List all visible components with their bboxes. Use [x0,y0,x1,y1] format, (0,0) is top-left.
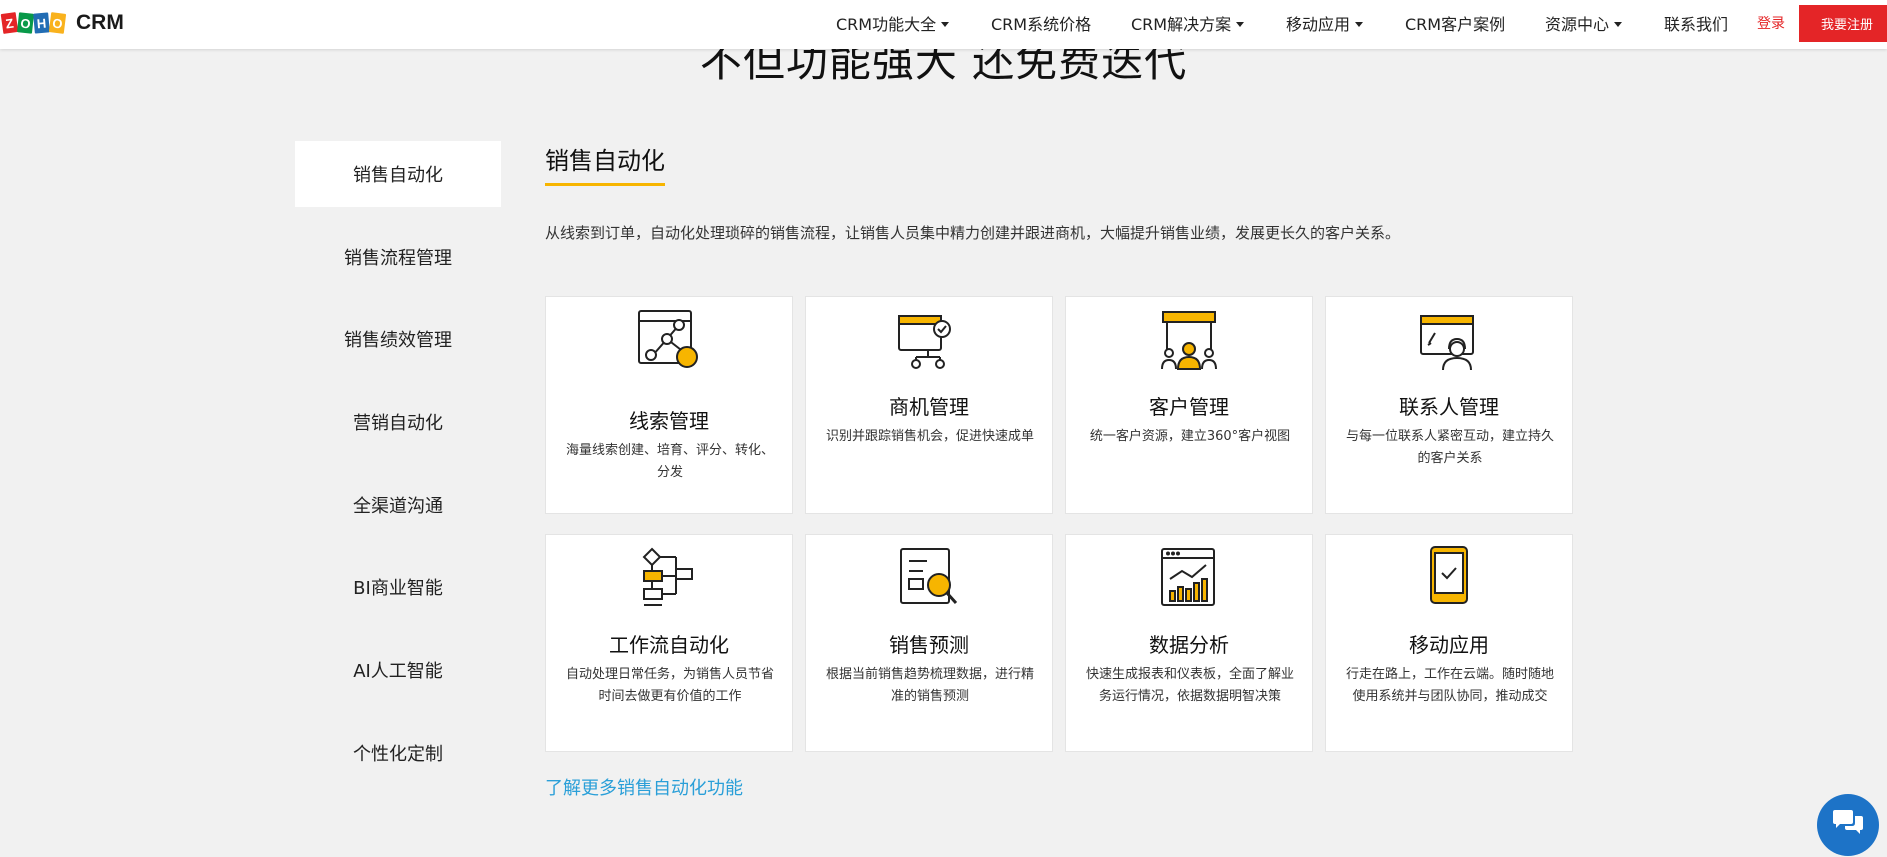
logo-letter: O [48,12,67,34]
card-title: 数据分析 [1149,633,1229,657]
card-description: 自动处理日常任务，为销售人员节省时间去做更有价值的工作 [565,667,774,704]
customer-icon [1066,311,1312,371]
workflow-icon [546,547,792,607]
section-description: 从线索到订单，自动化处理琐碎的销售流程，让销售人员集中精力创建并跟进商机，大幅提… [545,224,1401,242]
card-title: 客户管理 [1149,395,1229,419]
feature-card-contacts[interactable]: 联系人管理 与每一位联系人紧密互动，建立持久的客户关系 [1325,296,1573,514]
sidebar-item-sales-process[interactable]: 销售流程管理 [295,224,501,290]
feature-card-leads[interactable]: 线索管理 海量线索创建、培育、评分、转化、分发 [545,296,793,514]
deal-icon [806,315,1052,369]
nav-label: 资源中心 [1545,15,1610,34]
card-description: 快速生成报表和仪表板，全面了解业务运行情况，依据数据明智决策 [1085,667,1294,704]
feature-card-mobile[interactable]: 移动应用 行走在路上，工作在云端。随时随地使用系统并与团队协同，推动成交 [1325,534,1573,752]
card-description: 根据当前销售趋势梳理数据，进行精准的销售预测 [825,667,1034,704]
chat-button[interactable] [1817,794,1879,856]
lead-icon [546,309,792,371]
feature-card-deals[interactable]: 商机管理 识别并跟踪销售机会，促进快速成单 [805,296,1053,514]
contact-icon [1326,315,1572,371]
sidebar-item-bi[interactable]: BI商业智能 [295,554,501,620]
caret-down-icon [1614,21,1623,27]
sidebar-item-sales-performance[interactable]: 销售绩效管理 [295,306,501,372]
nav-item-resources[interactable]: 资源中心 [1545,11,1623,35]
logo-letter: Z [0,12,19,34]
card-title: 移动应用 [1409,633,1489,657]
nav-label: CRM系统价格 [991,15,1092,34]
login-link[interactable]: 登录 [1757,13,1785,33]
card-title: 线索管理 [629,409,709,433]
feature-card-customers[interactable]: 客户管理 统一客户资源，建立360°客户视图 [1065,296,1313,514]
card-description: 行走在路上，工作在云端。随时随地使用系统并与团队协同，推动成交 [1345,667,1554,704]
learn-more-link[interactable]: 了解更多销售自动化功能 [545,774,743,800]
nav-item-features[interactable]: CRM功能大全 [836,11,950,35]
caret-down-icon [1355,21,1364,27]
nav-item-cases[interactable]: CRM客户案例 [1405,11,1505,35]
mobile-icon [1326,545,1572,605]
feature-card-analytics[interactable]: 数据分析 快速生成报表和仪表板，全面了解业务运行情况，依据数据明智决策 [1065,534,1313,752]
card-description: 统一客户资源，建立360°客户视图 [1089,429,1291,444]
section-title: 销售自动化 [545,147,665,175]
analytics-icon [1066,547,1312,607]
nav-item-contact[interactable]: 联系我们 [1664,11,1728,35]
logo-letter: H [33,12,50,34]
sidebar-item-omnichannel[interactable]: 全渠道沟通 [295,472,501,538]
sidebar-item-sales-automation[interactable]: 销售自动化 [295,141,501,207]
feature-card-forecast[interactable]: 销售预测 根据当前销售趋势梳理数据，进行精准的销售预测 [805,534,1053,752]
card-title: 联系人管理 [1399,395,1499,419]
nav-label: 联系我们 [1664,15,1729,34]
nav-item-mobile[interactable]: 移动应用 [1286,11,1364,35]
feature-card-workflow[interactable]: 工作流自动化 自动处理日常任务，为销售人员节省时间去做更有价值的工作 [545,534,793,752]
sidebar-item-customization[interactable]: 个性化定制 [295,720,501,786]
caret-down-icon [1236,21,1245,27]
section-title-underline [545,183,665,186]
card-title: 工作流自动化 [609,633,729,657]
product-name: CRM [76,11,124,34]
card-title: 销售预测 [889,633,969,657]
card-title: 商机管理 [889,395,969,419]
chat-icon [1831,809,1865,841]
top-navbar: Z O H O CRM CRM功能大全 CRM系统价格 CRM解决方案 移动应用… [0,0,1887,49]
nav-label: 移动应用 [1286,15,1351,34]
sidebar-item-marketing-automation[interactable]: 营销自动化 [295,389,501,455]
card-description: 海量线索创建、培育、评分、转化、分发 [565,443,774,480]
forecast-icon [806,547,1052,607]
nav-item-solutions[interactable]: CRM解决方案 [1131,11,1245,35]
zoho-crm-logo[interactable]: Z O H O CRM [0,8,124,38]
register-button[interactable]: 我要注册 [1799,5,1887,42]
nav-label: CRM解决方案 [1131,15,1232,34]
card-description: 识别并跟踪销售机会，促进快速成单 [825,429,1034,444]
sidebar-item-ai[interactable]: AI人工智能 [295,637,501,703]
nav-item-pricing[interactable]: CRM系统价格 [991,11,1091,35]
logo-letter: O [16,12,35,34]
feature-category-menu: 销售自动化 销售流程管理 销售绩效管理 营销自动化 全渠道沟通 BI商业智能 A… [295,141,501,803]
card-description: 与每一位联系人紧密互动，建立持久的客户关系 [1345,429,1554,466]
caret-down-icon [941,21,950,27]
nav-label: CRM客户案例 [1405,15,1506,34]
nav-label: CRM功能大全 [836,15,937,34]
